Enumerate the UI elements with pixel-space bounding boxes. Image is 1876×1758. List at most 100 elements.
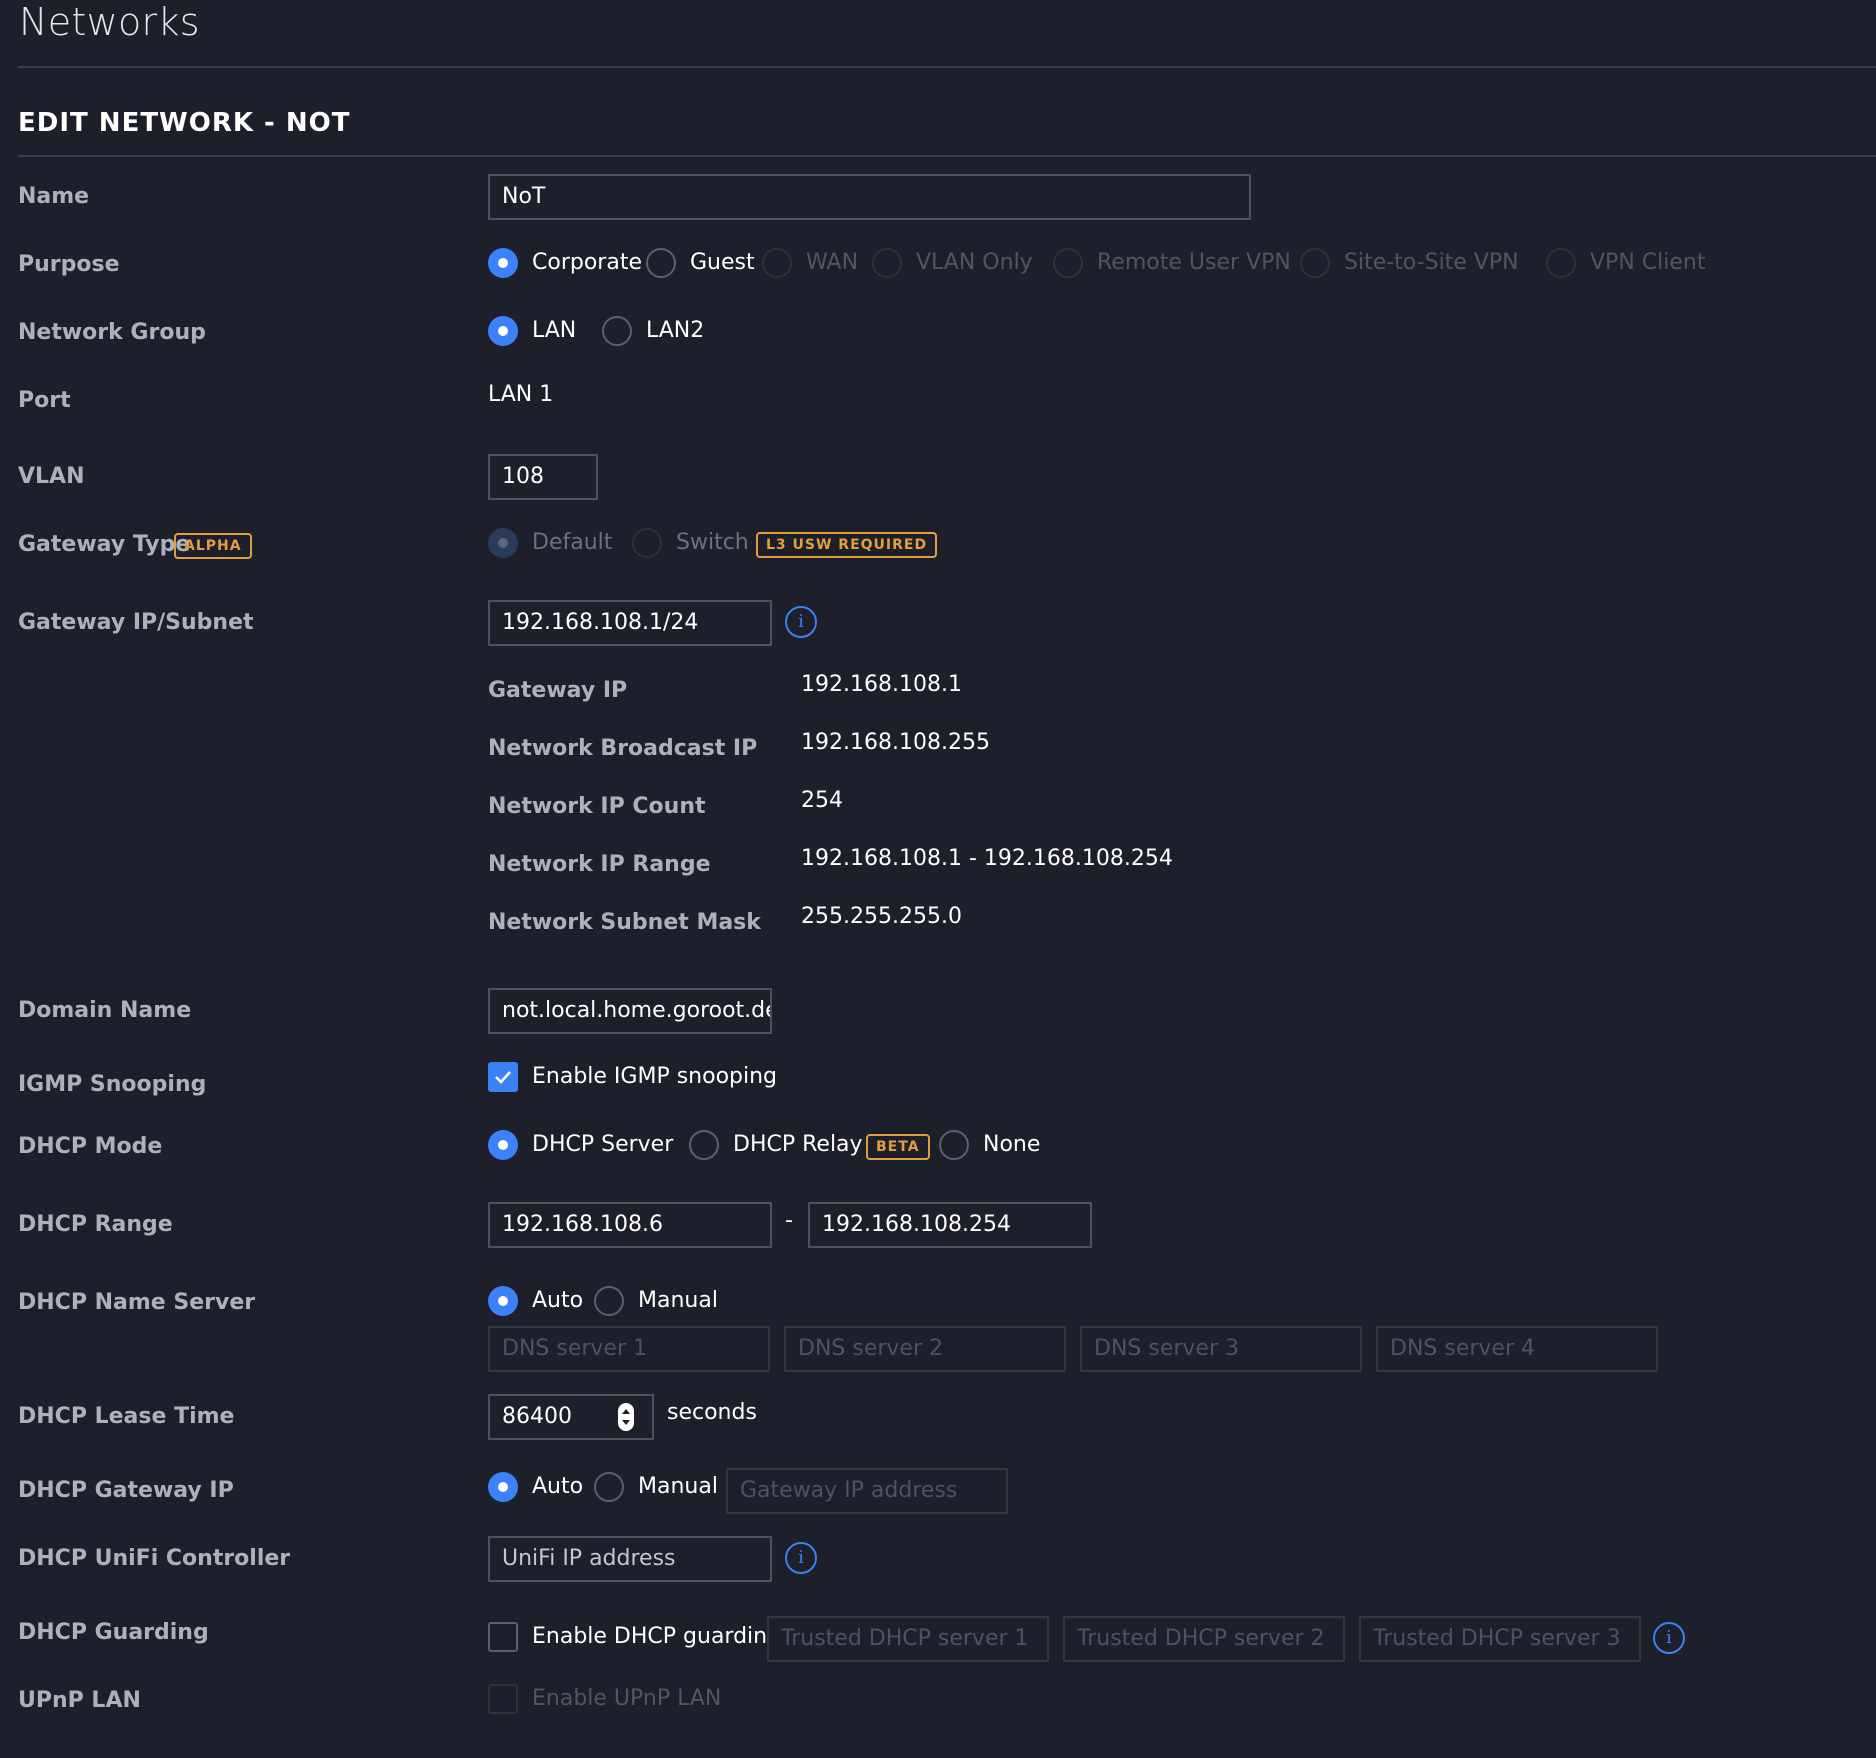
dhcp-mode-server-radio[interactable] xyxy=(488,1130,518,1160)
upnp-checkbox xyxy=(488,1684,518,1714)
gateway-subnet-input[interactable]: 192.168.108.1/24 xyxy=(488,600,772,646)
ip-range-label: Network IP Range xyxy=(488,852,711,877)
dhcp-gateway-ip-input[interactable]: Gateway IP address xyxy=(726,1468,1008,1514)
controller-info-icon[interactable]: i xyxy=(785,1542,817,1574)
dhcp-gateway-label: DHCP Gateway IP xyxy=(18,1478,234,1503)
guarding-checkbox[interactable] xyxy=(488,1622,518,1652)
gateway-ip-label: Gateway IP xyxy=(488,678,628,703)
lease-time-label: DHCP Lease Time xyxy=(18,1404,235,1429)
subnet-mask-value: 255.255.255.0 xyxy=(801,904,962,929)
name-input[interactable]: NoT xyxy=(488,174,1251,220)
dhcp-range-start-input[interactable]: 192.168.108.6 xyxy=(488,1202,772,1248)
controller-label: DHCP UniFi Controller xyxy=(18,1546,291,1571)
port-label: Port xyxy=(18,388,71,413)
gateway-type-label: Gateway Type xyxy=(18,532,191,557)
section-title: EDIT NETWORK - NOT xyxy=(18,108,351,138)
network-group-lan-radio[interactable] xyxy=(488,316,518,346)
ip-count-value: 254 xyxy=(801,788,843,813)
purpose-wan-label: WAN xyxy=(806,250,859,275)
purpose-corporate-radio[interactable] xyxy=(488,248,518,278)
purpose-guest-label[interactable]: Guest xyxy=(690,250,755,275)
dns-server-1-input[interactable]: DNS server 1 xyxy=(488,1326,770,1372)
gateway-type-default-radio xyxy=(488,528,518,558)
upnp-label: UPnP LAN xyxy=(18,1688,141,1713)
vlan-label: VLAN xyxy=(18,464,85,489)
trusted-dhcp-1-input[interactable]: Trusted DHCP server 1 xyxy=(767,1616,1049,1662)
gateway-type-switch-radio xyxy=(632,528,662,558)
guarding-info-icon[interactable]: i xyxy=(1653,1622,1685,1654)
gateway-subnet-info-icon[interactable]: i xyxy=(785,606,817,638)
subnet-mask-label: Network Subnet Mask xyxy=(488,910,761,935)
dhcp-range-separator: - xyxy=(785,1208,793,1233)
lease-time-unit: seconds xyxy=(667,1400,757,1425)
lease-time-value: 86400 xyxy=(502,1404,572,1429)
controller-input[interactable]: UniFi IP address xyxy=(488,1536,772,1582)
gateway-ip-value: 192.168.108.1 xyxy=(801,672,962,697)
dns-server-3-input[interactable]: DNS server 3 xyxy=(1080,1326,1362,1372)
purpose-site-vpn-label: Site-to-Site VPN xyxy=(1344,250,1519,275)
dhcp-mode-server-label[interactable]: DHCP Server xyxy=(532,1132,673,1157)
vlan-input[interactable]: 108 xyxy=(488,454,598,500)
purpose-remote-vpn-label: Remote User VPN xyxy=(1097,250,1291,275)
lease-time-stepper-icon[interactable] xyxy=(618,1403,634,1431)
dhcp-name-server-manual-label[interactable]: Manual xyxy=(638,1288,718,1313)
page-title: Networks xyxy=(19,0,200,44)
trusted-dhcp-2-input[interactable]: Trusted DHCP server 2 xyxy=(1063,1616,1345,1662)
dns-server-4-input[interactable]: DNS server 4 xyxy=(1376,1326,1658,1372)
dhcp-gateway-manual-radio[interactable] xyxy=(594,1472,624,1502)
dns-server-2-input[interactable]: DNS server 2 xyxy=(784,1326,1066,1372)
purpose-vlan-only-radio xyxy=(872,248,902,278)
dhcp-name-server-auto-radio[interactable] xyxy=(488,1286,518,1316)
name-label: Name xyxy=(18,184,90,209)
port-value: LAN 1 xyxy=(488,382,554,407)
gateway-type-switch-label: Switch xyxy=(676,530,749,555)
network-group-label: Network Group xyxy=(18,320,206,345)
purpose-label: Purpose xyxy=(18,252,120,277)
dhcp-name-server-auto-label[interactable]: Auto xyxy=(532,1288,583,1313)
alpha-badge: ALPHA xyxy=(174,533,252,559)
domain-label: Domain Name xyxy=(18,998,192,1023)
guarding-checkbox-label[interactable]: Enable DHCP guarding xyxy=(532,1624,781,1649)
trusted-dhcp-3-input[interactable]: Trusted DHCP server 3 xyxy=(1359,1616,1641,1662)
broadcast-value: 192.168.108.255 xyxy=(801,730,990,755)
dhcp-gateway-auto-label[interactable]: Auto xyxy=(532,1474,583,1499)
stepper-arrows-icon xyxy=(622,1409,630,1425)
network-group-lan-label[interactable]: LAN xyxy=(532,318,576,343)
purpose-remote-vpn-radio xyxy=(1053,248,1083,278)
purpose-wan-radio xyxy=(762,248,792,278)
gateway-type-default-label: Default xyxy=(532,530,613,555)
dhcp-name-server-manual-radio[interactable] xyxy=(594,1286,624,1316)
purpose-site-vpn-radio xyxy=(1300,248,1330,278)
igmp-label: IGMP Snooping xyxy=(18,1072,207,1097)
purpose-corporate-label[interactable]: Corporate xyxy=(532,250,642,275)
dhcp-gateway-auto-radio[interactable] xyxy=(488,1472,518,1502)
domain-input[interactable]: not.local.home.goroot.de xyxy=(488,988,772,1034)
gateway-subnet-label: Gateway IP/Subnet xyxy=(18,610,254,635)
header-divider xyxy=(18,66,1876,68)
dhcp-mode-relay-radio[interactable] xyxy=(689,1130,719,1160)
dhcp-range-end-input[interactable]: 192.168.108.254 xyxy=(808,1202,1092,1248)
purpose-vpn-client-label: VPN Client xyxy=(1590,250,1706,275)
guarding-label: DHCP Guarding xyxy=(18,1620,209,1645)
checkmark-icon xyxy=(495,1071,511,1084)
broadcast-label: Network Broadcast IP xyxy=(488,736,758,761)
beta-badge: BETA xyxy=(866,1134,930,1160)
ip-range-value: 192.168.108.1 - 192.168.108.254 xyxy=(801,846,1173,871)
dhcp-mode-relay-label[interactable]: DHCP Relay xyxy=(733,1132,863,1157)
dhcp-gateway-manual-label[interactable]: Manual xyxy=(638,1474,718,1499)
igmp-checkbox[interactable] xyxy=(488,1062,518,1092)
purpose-vpn-client-radio xyxy=(1546,248,1576,278)
purpose-guest-radio[interactable] xyxy=(646,248,676,278)
dhcp-mode-none-label[interactable]: None xyxy=(983,1132,1040,1157)
network-group-lan2-label[interactable]: LAN2 xyxy=(646,318,704,343)
upnp-checkbox-label: Enable UPnP LAN xyxy=(532,1686,722,1711)
l3-usw-required-badge: L3 USW REQUIRED xyxy=(756,532,938,558)
network-group-lan2-radio[interactable] xyxy=(602,316,632,346)
purpose-vlan-only-label: VLAN Only xyxy=(916,250,1033,275)
dhcp-mode-none-radio[interactable] xyxy=(939,1130,969,1160)
section-divider xyxy=(18,155,1876,157)
igmp-checkbox-label[interactable]: Enable IGMP snooping xyxy=(532,1064,777,1089)
dhcp-range-label: DHCP Range xyxy=(18,1212,173,1237)
ip-count-label: Network IP Count xyxy=(488,794,706,819)
dhcp-mode-label: DHCP Mode xyxy=(18,1134,163,1159)
